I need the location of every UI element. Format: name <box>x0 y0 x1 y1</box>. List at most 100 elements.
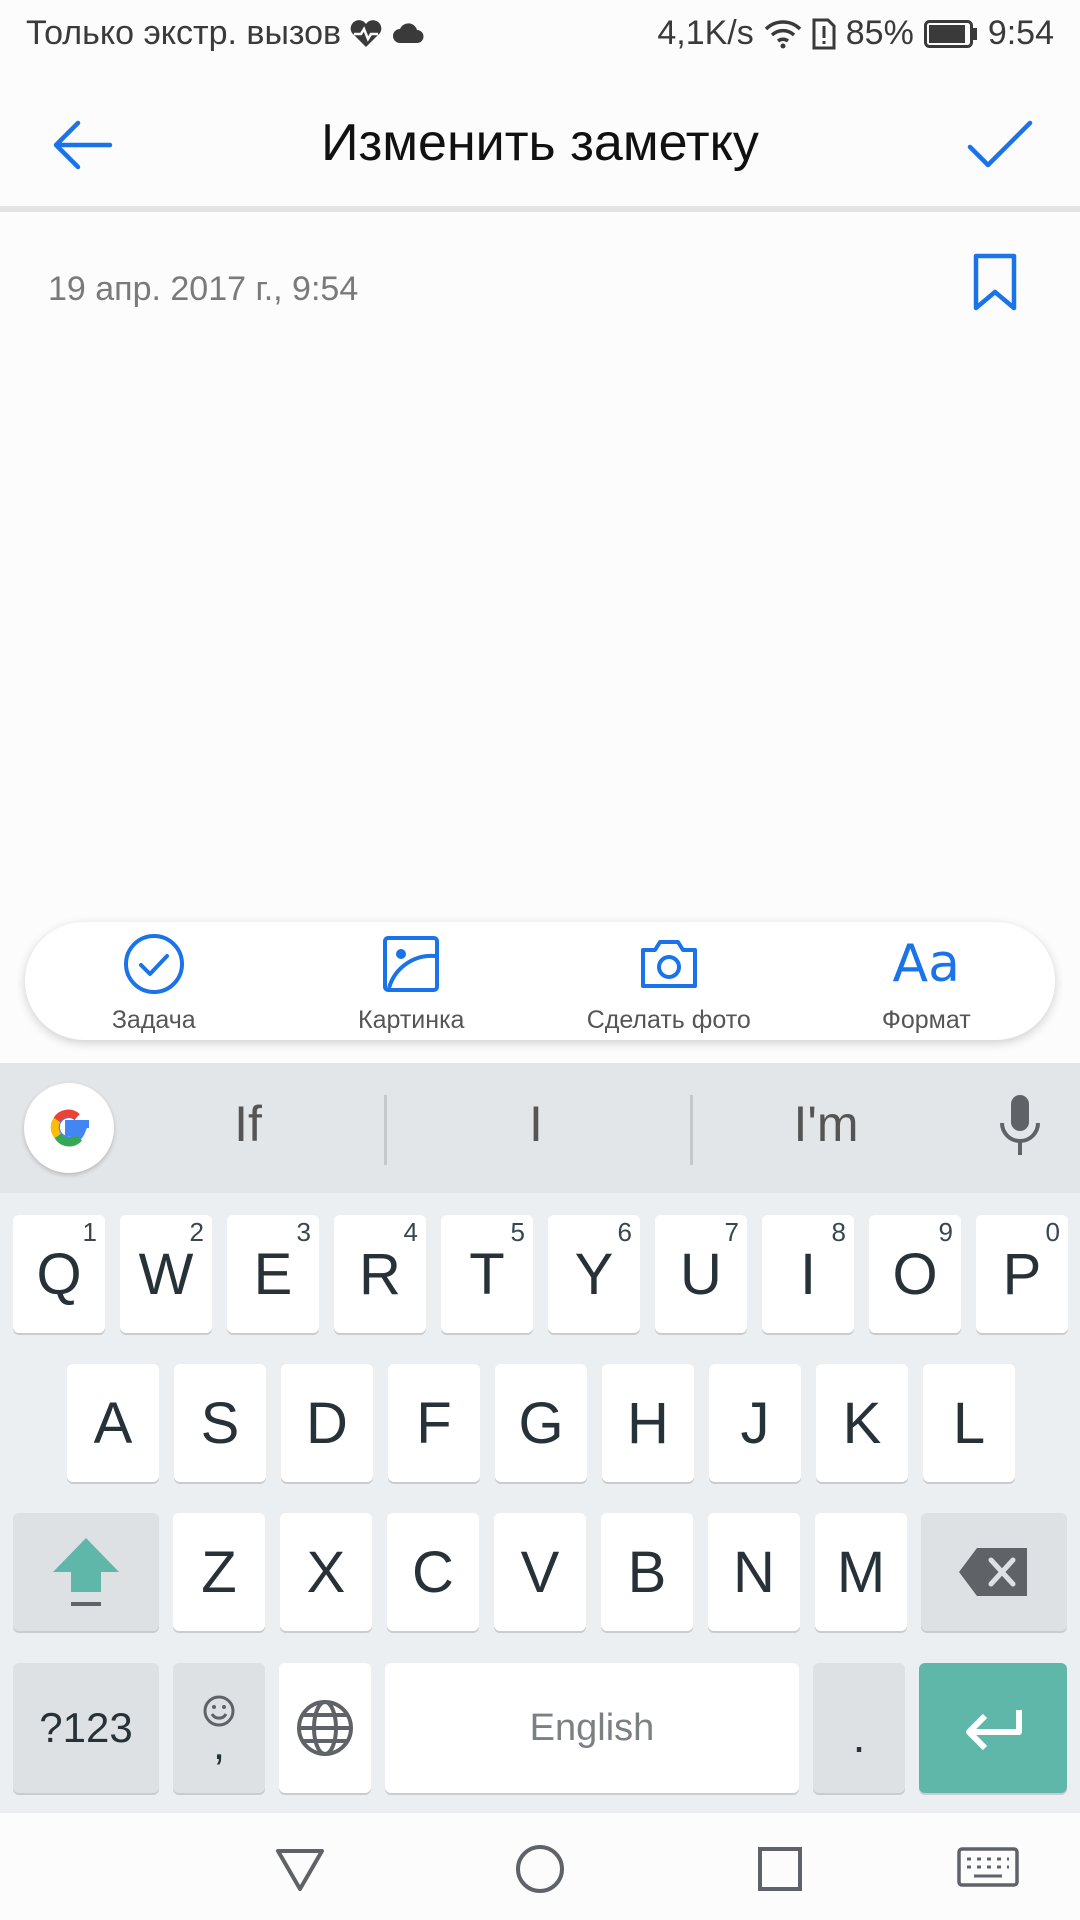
key-d[interactable]: D <box>281 1364 373 1482</box>
format-icon: Aa <box>892 934 960 994</box>
key-y[interactable]: Y6 <box>548 1215 640 1333</box>
alert-sim-icon <box>812 18 836 49</box>
key-label: T <box>469 1241 505 1307</box>
health-icon <box>350 19 382 47</box>
keyboard: If I I'm Q1W2E3R4T5Y6U7I8O9P0 ASDFGHJKL … <box>0 1063 1080 1813</box>
checklist-icon <box>123 934 184 994</box>
key-p[interactable]: P0 <box>976 1215 1068 1333</box>
shift-icon <box>53 1538 119 1606</box>
note-toolbar: Задача Картинка Сделать фото Aa Формат <box>25 922 1055 1040</box>
suggestion-3[interactable]: I'm <box>696 1095 956 1153</box>
image-label: Картинка <box>358 1006 465 1034</box>
microphone-icon <box>1000 1095 1040 1155</box>
period-key[interactable]: . <box>813 1663 905 1793</box>
key-label: O <box>892 1241 938 1307</box>
status-right: 4,1K/s 85% 9:54 <box>647 14 1054 53</box>
comma-label: , <box>212 1720 226 1769</box>
format-button[interactable]: Aa Формат <box>798 922 1056 1040</box>
key-f[interactable]: F <box>388 1364 480 1482</box>
key-x[interactable]: X <box>280 1513 372 1631</box>
language-key[interactable] <box>279 1663 371 1793</box>
key-i[interactable]: I8 <box>762 1215 854 1333</box>
key-number-hint: 6 <box>617 1217 632 1247</box>
image-icon <box>383 936 440 992</box>
note-date: 19 апр. 2017 г., 9:54 <box>48 270 359 308</box>
key-h[interactable]: H <box>602 1364 694 1482</box>
image-button[interactable]: Картинка <box>283 922 541 1040</box>
carrier-text: Только экстр. вызов <box>26 14 342 52</box>
suggestion-2[interactable]: I <box>406 1095 666 1153</box>
keyboard-toggle-icon[interactable] <box>956 1841 1020 1897</box>
key-g[interactable]: G <box>495 1364 587 1482</box>
enter-icon <box>966 1710 1022 1750</box>
key-label: W <box>138 1241 194 1307</box>
key-label: E <box>253 1241 293 1307</box>
key-a[interactable]: A <box>67 1364 159 1482</box>
key-e[interactable]: E3 <box>227 1215 319 1333</box>
key-o[interactable]: O9 <box>869 1215 961 1333</box>
recents-nav-icon[interactable] <box>752 1841 808 1897</box>
key-t[interactable]: T5 <box>441 1215 533 1333</box>
key-u[interactable]: U7 <box>655 1215 747 1333</box>
key-label: Q <box>36 1241 82 1307</box>
key-number-hint: 8 <box>831 1217 846 1247</box>
key-number-hint: 5 <box>510 1217 525 1247</box>
enter-key[interactable] <box>919 1663 1067 1793</box>
symbols-key[interactable]: ?123 <box>13 1663 159 1793</box>
key-r[interactable]: R4 <box>334 1215 426 1333</box>
key-s[interactable]: S <box>174 1364 266 1482</box>
suggestion-1[interactable]: If <box>118 1095 378 1153</box>
key-number-hint: 9 <box>938 1217 953 1247</box>
home-nav-icon[interactable] <box>512 1841 568 1897</box>
suggestion-divider <box>384 1095 387 1165</box>
key-label: R <box>359 1241 401 1307</box>
key-c[interactable]: C <box>387 1513 479 1631</box>
globe-icon <box>297 1700 353 1756</box>
key-label: I <box>799 1241 817 1307</box>
page-title: Изменить заметку <box>321 114 759 172</box>
cloud-icon <box>393 22 424 43</box>
key-j[interactable]: J <box>709 1364 801 1482</box>
backspace-key[interactable] <box>921 1513 1067 1631</box>
wifi-icon <box>764 19 801 48</box>
key-number-hint: 2 <box>189 1217 204 1247</box>
status-bar: Только экстр. вызов 4,1K/s 85% 9:54 <box>0 0 1080 75</box>
back-nav-icon[interactable] <box>272 1841 328 1897</box>
key-w[interactable]: W2 <box>120 1215 212 1333</box>
key-number-hint: 7 <box>724 1217 739 1247</box>
battery-icon <box>923 19 977 48</box>
camera-icon <box>640 940 697 988</box>
key-label: U <box>680 1241 722 1307</box>
key-number-hint: 0 <box>1045 1217 1060 1247</box>
task-label: Задача <box>111 1006 196 1034</box>
key-l[interactable]: L <box>923 1364 1015 1482</box>
take-photo-button[interactable]: Сделать фото <box>540 922 798 1040</box>
suggestion-divider <box>690 1095 693 1165</box>
key-b[interactable]: B <box>601 1513 693 1631</box>
key-number-hint: 1 <box>82 1217 97 1247</box>
key-label: P <box>1002 1241 1042 1307</box>
key-k[interactable]: K <box>816 1364 908 1482</box>
battery-percent: 85% <box>845 14 914 52</box>
task-button[interactable]: Задача <box>25 922 283 1040</box>
clock: 9:54 <box>987 14 1054 52</box>
save-button[interactable] <box>964 109 1036 181</box>
key-q[interactable]: Q1 <box>13 1215 105 1333</box>
take-photo-label: Сделать фото <box>586 1006 751 1034</box>
bookmark-button[interactable] <box>970 252 1020 312</box>
navigation-bar <box>0 1813 1080 1920</box>
space-key[interactable]: English <box>385 1663 799 1793</box>
google-button[interactable] <box>24 1083 114 1173</box>
key-label: Y <box>574 1241 614 1307</box>
shift-key[interactable] <box>13 1513 159 1631</box>
voice-input-button[interactable] <box>990 1091 1050 1161</box>
emoji-comma-key[interactable]: , <box>173 1663 265 1793</box>
network-speed: 4,1K/s <box>657 14 754 52</box>
google-icon <box>50 1109 89 1147</box>
key-z[interactable]: Z <box>173 1513 265 1631</box>
key-number-hint: 4 <box>403 1217 418 1247</box>
key-v[interactable]: V <box>494 1513 586 1631</box>
key-n[interactable]: N <box>708 1513 800 1631</box>
key-m[interactable]: M <box>815 1513 907 1631</box>
format-label: Формат <box>881 1006 971 1034</box>
